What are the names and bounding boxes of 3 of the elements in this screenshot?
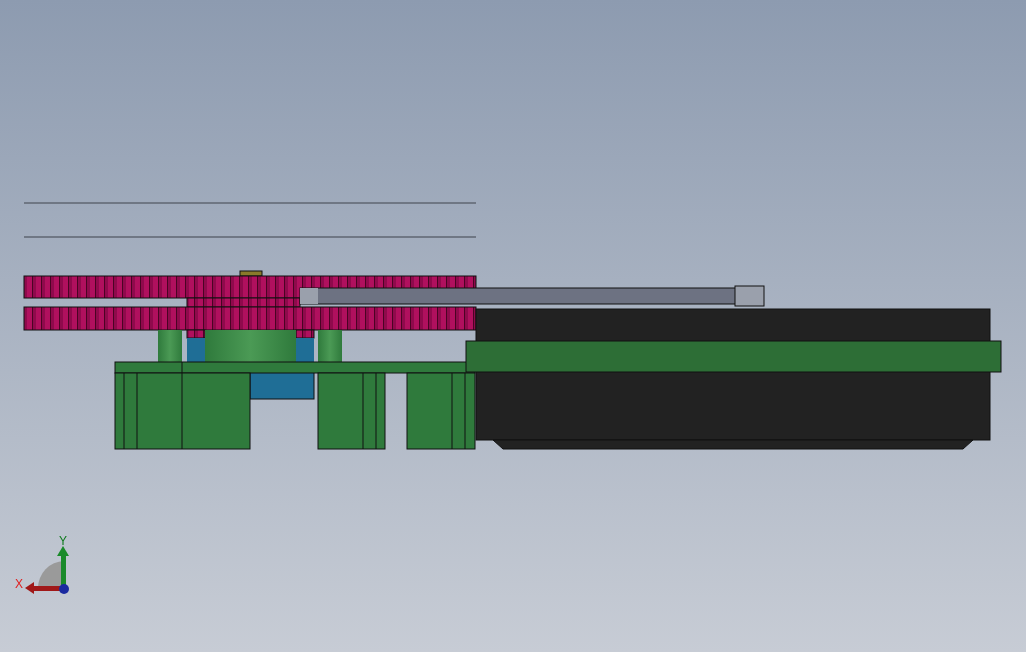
x-axis-label: X bbox=[15, 577, 23, 591]
axis-triad-drawing bbox=[25, 546, 69, 594]
y-axis-label: Y bbox=[59, 534, 67, 548]
